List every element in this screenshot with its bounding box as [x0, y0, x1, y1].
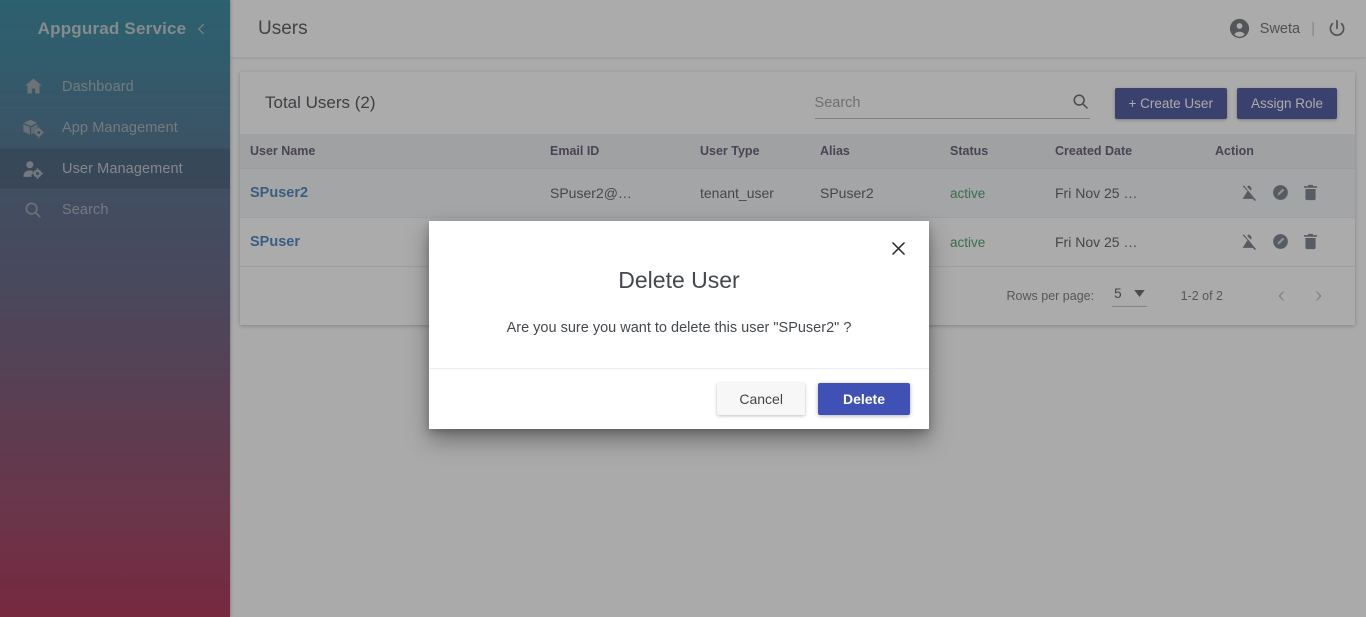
dialog-footer: Cancel Delete	[429, 368, 929, 429]
dialog-title: Delete User	[618, 267, 740, 293]
app-root: Appgurad Service Dashboard App Managemen…	[0, 0, 1366, 617]
dialog-body: Delete User Are you sure you want to del…	[429, 221, 929, 368]
delete-button[interactable]: Delete	[817, 383, 910, 415]
dialog-message: Are you sure you want to delete this use…	[506, 320, 852, 336]
close-icon[interactable]	[886, 236, 910, 260]
delete-user-dialog: Delete User Are you sure you want to del…	[429, 221, 929, 429]
cancel-button[interactable]: Cancel	[717, 383, 805, 415]
